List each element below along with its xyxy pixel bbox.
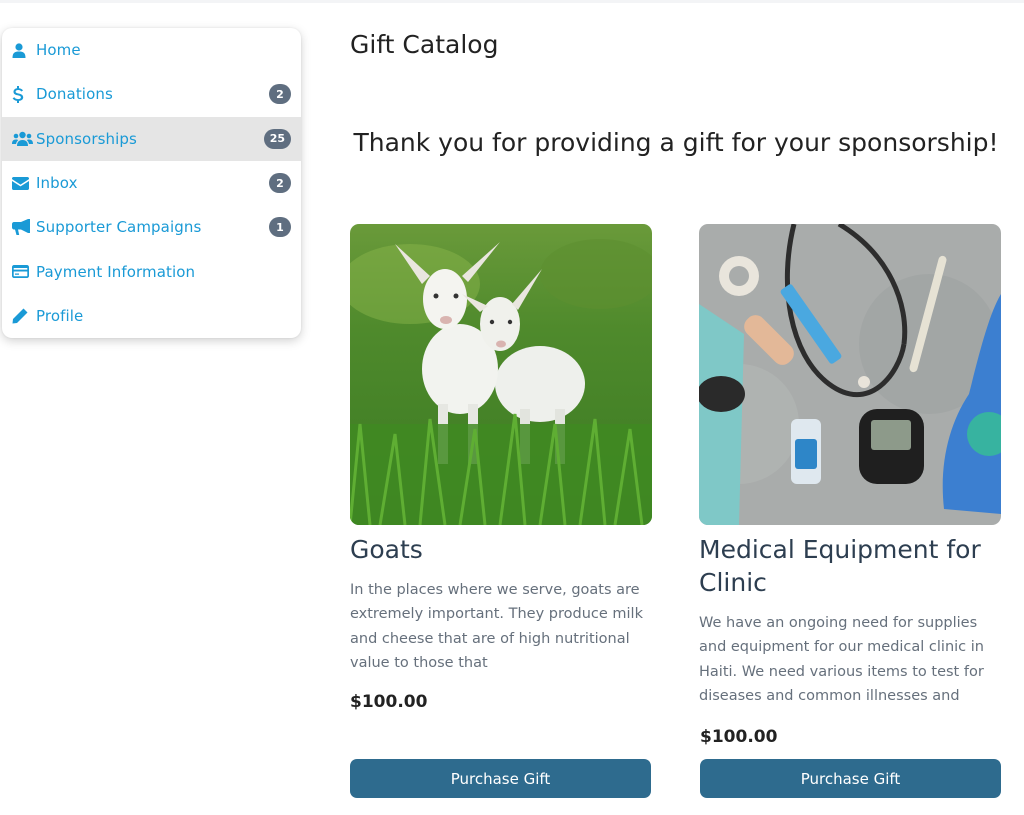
sidebar-item-supporter-campaigns[interactable]: Supporter Campaigns 1 [2,205,301,249]
gift-price: $100.00 [350,692,428,712]
sidebar-item-label: Donations [36,85,113,104]
gift-title: Medical Equipment for Clinic [699,535,981,597]
donations-count-badge: 2 [269,84,291,105]
sidebar-item-donations[interactable]: Donations 2 [2,72,301,116]
sidebar-item-payment-information[interactable]: Payment Information [2,249,301,293]
sidebar-item-label: Profile [36,306,84,325]
sidebar-item-inbox[interactable]: Inbox 2 [2,161,301,205]
credit-card-icon [12,263,34,281]
medical-supplies-photo [699,224,1001,525]
pencil-icon [12,307,34,325]
sidebar-item-label: Payment Information [36,262,196,281]
purchase-gift-button[interactable]: Purchase Gift [700,759,1001,798]
sidebar-item-profile[interactable]: Profile [2,294,301,338]
users-icon [12,130,34,148]
top-bar [0,0,1024,3]
sidebar-item-label: Home [36,41,81,60]
megaphone-icon [12,218,34,236]
gift-price: $100.00 [700,727,778,747]
sidebar-nav: Home Donations 2 Sponsorships 25 Inbox 2… [2,28,301,338]
envelope-icon [12,174,34,192]
user-icon [12,41,34,59]
purchase-gift-button[interactable]: Purchase Gift [350,759,651,798]
sidebar-item-label: Supporter Campaigns [36,218,202,237]
gift-title: Goats [350,535,423,564]
sponsorships-count-badge: 25 [263,128,291,149]
gift-description: We have an ongoing need for supplies and… [699,615,984,704]
page-title: Gift Catalog [350,30,499,59]
gift-card-medical-equipment: Medical Equipment for Clinic We have an … [699,224,1001,708]
sidebar-item-home[interactable]: Home [2,28,301,72]
sidebar-item-label: Inbox [36,174,78,193]
dollar-icon [12,85,34,103]
gift-description: In the places where we serve, goats are … [350,582,643,671]
sidebar-item-label: Sponsorships [36,129,137,148]
inbox-count-badge: 2 [269,173,291,194]
campaigns-count-badge: 1 [269,217,291,238]
gift-card-goats: Goats In the places where we serve, goat… [350,224,652,675]
goats-photo [350,224,652,525]
sidebar-item-sponsorships[interactable]: Sponsorships 25 [2,116,301,161]
thank-you-heading: Thank you for providing a gift for your … [353,128,999,157]
